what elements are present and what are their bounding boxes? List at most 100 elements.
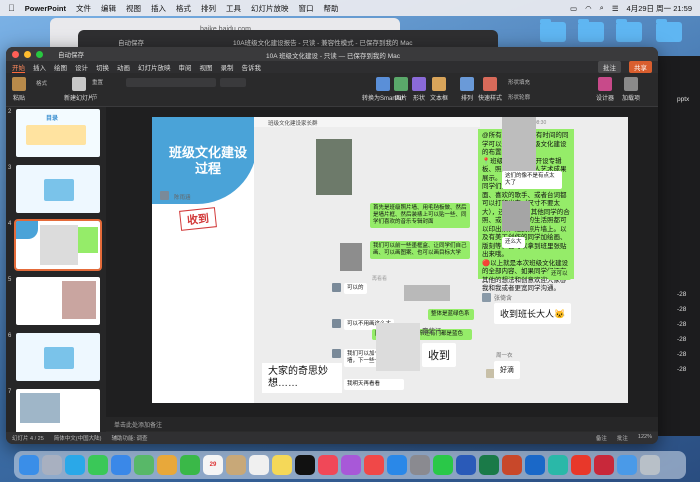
edge-icon[interactable]: [548, 455, 568, 475]
tab-insert[interactable]: 插入: [33, 62, 46, 72]
tab-view[interactable]: 视图: [200, 62, 213, 72]
wifi-icon[interactable]: ◠: [585, 4, 592, 13]
section-button[interactable]: 节: [92, 93, 98, 101]
shape-fill-button[interactable]: 形状填充: [508, 78, 530, 86]
comments-button[interactable]: 批注: [598, 61, 621, 73]
shape-button[interactable]: 形状: [412, 77, 426, 102]
tab-tell-me[interactable]: 告诉我: [242, 62, 262, 72]
baidu-icon[interactable]: [571, 455, 591, 475]
accessibility-status[interactable]: 辅助功能: 调查: [111, 434, 147, 442]
zoom-button[interactable]: [36, 50, 43, 58]
excel-icon[interactable]: [479, 455, 499, 475]
font-name-select[interactable]: [126, 78, 216, 87]
calendar-icon[interactable]: 29: [203, 455, 223, 475]
menu-insert[interactable]: 插入: [151, 3, 166, 14]
font-size-select[interactable]: [220, 78, 246, 87]
menu-edit[interactable]: 编辑: [101, 3, 116, 14]
menu-app-name[interactable]: PowerPoint: [25, 4, 66, 13]
slide-thumbnail-5[interactable]: [16, 277, 100, 325]
background-window-right[interactable]: pptx -28 -28 -28 -28 -28 -28: [655, 56, 700, 436]
facetime-icon[interactable]: [180, 455, 200, 475]
messages-icon[interactable]: [88, 455, 108, 475]
search-icon[interactable]: ⌕: [600, 3, 604, 13]
caption-box[interactable]: 大家的奇思妙想……: [262, 363, 342, 393]
settings-icon[interactable]: [410, 455, 430, 475]
contacts-icon[interactable]: [226, 455, 246, 475]
safari-icon[interactable]: [65, 455, 85, 475]
finder-icon[interactable]: [19, 455, 39, 475]
notes-toggle[interactable]: 备注: [596, 434, 607, 442]
tab-transitions[interactable]: 切换: [96, 62, 109, 72]
new-slide-button[interactable]: 新建幻灯片: [64, 77, 94, 102]
minimize-button[interactable]: [24, 50, 31, 58]
slide-thumbnail-4[interactable]: [14, 219, 102, 271]
quick-styles-button[interactable]: 快速样式: [478, 77, 502, 102]
arrange-button[interactable]: 排列: [460, 77, 474, 102]
slide-canvas[interactable]: 班级文化建设过程 收到 陈雨涵 班级文化建设家长群 首先是班级照片墙、用毛毡板做…: [106, 107, 658, 417]
desktop-folder-icon[interactable]: [540, 19, 566, 42]
maps-icon[interactable]: [134, 455, 154, 475]
zoom-level[interactable]: 122%: [638, 434, 652, 442]
photos-icon[interactable]: [157, 455, 177, 475]
close-button[interactable]: [12, 50, 19, 58]
picture-button[interactable]: 图片: [394, 77, 408, 102]
control-center-icon[interactable]: ☰: [612, 4, 619, 13]
tab-record[interactable]: 录制: [221, 62, 234, 72]
netease-music-icon[interactable]: [594, 455, 614, 475]
launchpad-icon[interactable]: [42, 455, 62, 475]
menu-arrange[interactable]: 排列: [201, 3, 216, 14]
battery-icon[interactable]: ▭: [570, 4, 577, 13]
notes-icon[interactable]: [272, 455, 292, 475]
share-button[interactable]: 共享: [629, 61, 652, 73]
word-icon[interactable]: [456, 455, 476, 475]
menu-slideshow[interactable]: 幻灯片放映: [251, 3, 289, 14]
slide-thumbnail-6[interactable]: [16, 333, 100, 381]
menu-view[interactable]: 视图: [126, 3, 141, 14]
outlook-icon[interactable]: [525, 455, 545, 475]
format-painter[interactable]: 格式: [36, 79, 47, 87]
notes-pane[interactable]: 单击此处添加备注: [106, 417, 658, 431]
podcasts-icon[interactable]: [341, 455, 361, 475]
powerpoint-icon[interactable]: [502, 455, 522, 475]
desktop-folder-icon[interactable]: [578, 19, 604, 42]
tab-draw[interactable]: 绘图: [54, 62, 67, 72]
desktop-folder-icon[interactable]: [616, 19, 642, 42]
tab-animations[interactable]: 动画: [117, 62, 130, 72]
addins-button[interactable]: 加载项: [622, 77, 640, 102]
tab-review[interactable]: 审阅: [179, 62, 192, 72]
tv-icon[interactable]: [295, 455, 315, 475]
desktop-folder-icon[interactable]: [656, 19, 682, 42]
menu-clock[interactable]: 4月29日 周一 21:59: [627, 3, 692, 14]
font-style-buttons[interactable]: [126, 93, 246, 101]
news-icon[interactable]: [364, 455, 384, 475]
comments-toggle[interactable]: 批注: [617, 434, 628, 442]
paste-button[interactable]: 粘贴: [12, 77, 26, 102]
menu-tools[interactable]: 工具: [226, 3, 241, 14]
textbox-button[interactable]: 文本框: [430, 77, 448, 102]
mail-icon[interactable]: [111, 455, 131, 475]
tab-slideshow[interactable]: 幻灯片放映: [138, 62, 171, 72]
apple-icon[interactable]: : [8, 3, 15, 13]
autosave-label[interactable]: 自动保存: [58, 49, 84, 59]
tab-home[interactable]: 开始: [12, 62, 25, 73]
reminders-icon[interactable]: [249, 455, 269, 475]
menu-format[interactable]: 格式: [176, 3, 191, 14]
slide-title[interactable]: 班级文化建设过程: [168, 145, 248, 177]
tab-design[interactable]: 设计: [75, 62, 88, 72]
designer-button[interactable]: 设计器: [596, 77, 614, 102]
app-store-icon[interactable]: [387, 455, 407, 475]
current-slide[interactable]: 班级文化建设过程 收到 陈雨涵 班级文化建设家长群 首先是班级照片墙、用毛毡板做…: [152, 117, 628, 403]
trash-icon[interactable]: [640, 455, 660, 475]
menu-window[interactable]: 窗口: [299, 3, 314, 14]
music-icon[interactable]: [318, 455, 338, 475]
slide-thumbnail-panel[interactable]: 2 目录 3 4 5 6 7: [6, 107, 106, 432]
wechat-icon[interactable]: [433, 455, 453, 475]
slide-thumbnail-7[interactable]: [16, 389, 100, 432]
shape-outline-button[interactable]: 形状轮廓: [508, 93, 530, 101]
menu-help[interactable]: 帮助: [324, 3, 339, 14]
slide-thumbnail-3[interactable]: [16, 165, 100, 213]
reset-button[interactable]: 重置: [92, 78, 103, 86]
slide-thumbnail-2[interactable]: 目录: [16, 109, 100, 157]
menu-file[interactable]: 文件: [76, 3, 91, 14]
language-status[interactable]: 简体中文(中国大陆): [54, 434, 102, 442]
